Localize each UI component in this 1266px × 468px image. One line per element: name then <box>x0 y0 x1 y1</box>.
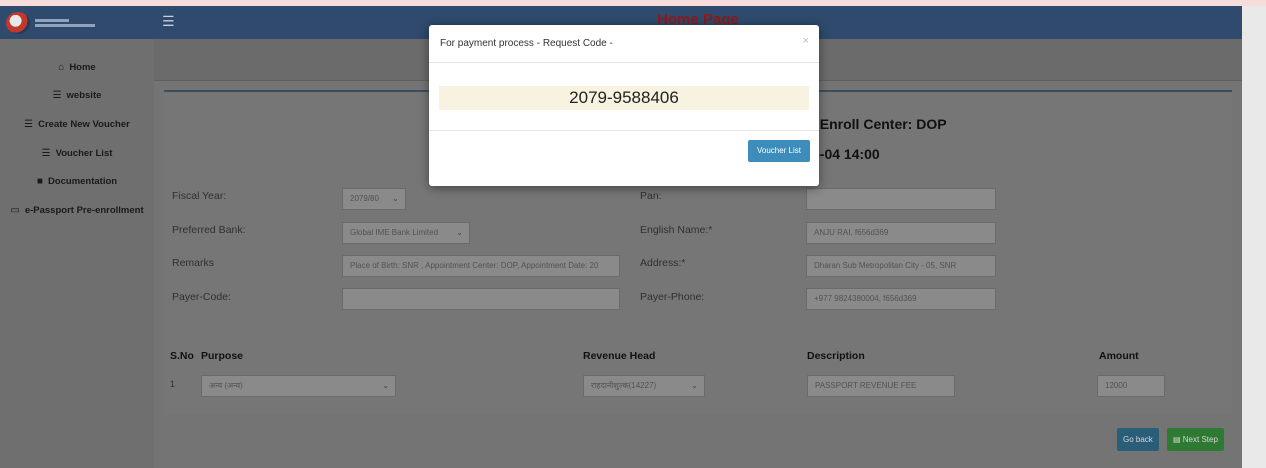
emblem-icon <box>6 11 30 34</box>
revenue-head-value: राहदानीशुल्क(14227) <box>591 381 657 390</box>
logo[interactable] <box>0 6 154 39</box>
remarks-input[interactable]: Place of Birth: SNR , Appointment Center… <box>342 255 620 277</box>
sidebar-item-label: Home <box>69 61 96 73</box>
payer-code-input[interactable] <box>342 288 620 310</box>
chevron-down-icon: ⌄ <box>456 228 463 237</box>
remarks-label: Remarks <box>172 257 215 269</box>
home-icon: ⌂ <box>58 61 65 73</box>
chevron-down-icon: ⌄ <box>382 381 389 390</box>
modal-header: For payment process - Request Code - × <box>429 25 819 63</box>
next-step-button[interactable]: ▤ Next Step <box>1167 428 1224 451</box>
enroll-center-heading: , Enroll Center: DOP <box>812 116 947 132</box>
preferred-bank-label: Preferred Bank: <box>172 224 246 236</box>
amount-input[interactable]: 12000 <box>1097 375 1165 397</box>
voucher-list-button[interactable]: Voucher List <box>747 140 810 162</box>
pan-label: Pan: <box>640 190 662 202</box>
sidebar-item-label: e-Passport Pre-enrollment <box>24 204 144 216</box>
purpose-select[interactable]: अन्य (अन्य) ⌄ <box>201 375 396 397</box>
sidebar-item-label: Voucher List <box>55 147 113 159</box>
english-name-label: English Name:* <box>640 224 713 236</box>
chevron-down-icon: ⌄ <box>691 381 698 390</box>
appointment-time-heading: 5-04 14:00 <box>812 146 880 162</box>
col-header-description: Description <box>807 350 865 362</box>
payer-phone-label: Payer-Phone: <box>640 291 705 303</box>
request-code: 2079-9588406 <box>439 86 809 110</box>
sidebar-item-label: Documentation <box>47 176 118 188</box>
sidebar-item-e-passport-pre-enrollment[interactable]: ▭ e-Passport Pre-enrollment <box>0 196 154 225</box>
row-sno: 1 <box>170 379 176 389</box>
chevron-down-icon: ⌄ <box>392 194 399 203</box>
address-label: Address:* <box>640 257 686 269</box>
revenue-head-select[interactable]: राहदानीशुल्क(14227) ⌄ <box>583 375 705 397</box>
credit-card-icon: ▤ <box>1173 435 1183 444</box>
sidebar-item-home[interactable]: ⌂ Home <box>0 53 154 82</box>
list-icon: ☰ <box>52 90 62 102</box>
english-name-input[interactable]: ANJU RAI, f656d369 <box>806 222 996 244</box>
payer-code-label: Payer-Code: <box>172 291 231 303</box>
modal-title: For payment process - Request Code - <box>440 38 613 49</box>
col-header-purpose: Purpose <box>201 350 244 362</box>
sidebar-item-create-new-voucher[interactable]: ☰ Create New Voucher <box>0 110 154 139</box>
sidebar-item-voucher-list[interactable]: ☰ Voucher List <box>0 139 154 168</box>
sidebar: ⌂ Home ☰ website ☰ Create New Voucher ☰ Vouc… <box>0 6 154 468</box>
request-code-modal: For payment process - Request Code - × 2… <box>429 25 819 186</box>
fiscal-year-label: Fiscal Year: <box>172 190 227 202</box>
preferred-bank-select[interactable]: Global IME Bank Limited ⌄ <box>342 222 470 244</box>
fiscal-year-value: 2079/80 <box>350 194 379 203</box>
sidebar-item-label: Create New Voucher <box>38 118 130 130</box>
fiscal-year-select[interactable]: 2079/80 ⌄ <box>342 188 406 210</box>
description-input[interactable]: PASSPORT REVENUE FEE <box>807 375 955 397</box>
book-icon: ■ <box>36 176 43 188</box>
laptop-icon: ▭ <box>10 204 20 216</box>
col-header-amount: Amount <box>1099 350 1139 362</box>
sidebar-item-documentation[interactable]: ■ Documentation <box>0 167 154 196</box>
modal-footer: Voucher List <box>429 130 819 186</box>
next-step-label: Next Step <box>1182 435 1218 444</box>
col-header-revenue-head: Revenue Head <box>583 350 656 362</box>
logo-text <box>35 18 95 27</box>
sidebar-item-label: website <box>66 90 102 102</box>
close-icon[interactable]: × <box>803 35 809 47</box>
purpose-value: अन्य (अन्य) <box>209 381 243 390</box>
address-input[interactable]: Dharan Sub Metropolitan City - 05, SNR <box>806 255 996 277</box>
sidebar-item-website[interactable]: ☰ website <box>0 82 154 111</box>
sidebar-nav: ⌂ Home ☰ website ☰ Create New Voucher ☰ Vouc… <box>0 39 154 225</box>
pan-input[interactable] <box>806 188 996 210</box>
payer-phone-input[interactable]: +977 9824380004, f656d369 <box>806 288 996 310</box>
preferred-bank-value: Global IME Bank Limited <box>350 228 439 237</box>
list-icon: ☰ <box>24 118 34 130</box>
go-back-button[interactable]: Go back <box>1117 428 1159 451</box>
list-icon: ☰ <box>41 147 51 159</box>
col-header-sno: S.No <box>170 350 194 362</box>
